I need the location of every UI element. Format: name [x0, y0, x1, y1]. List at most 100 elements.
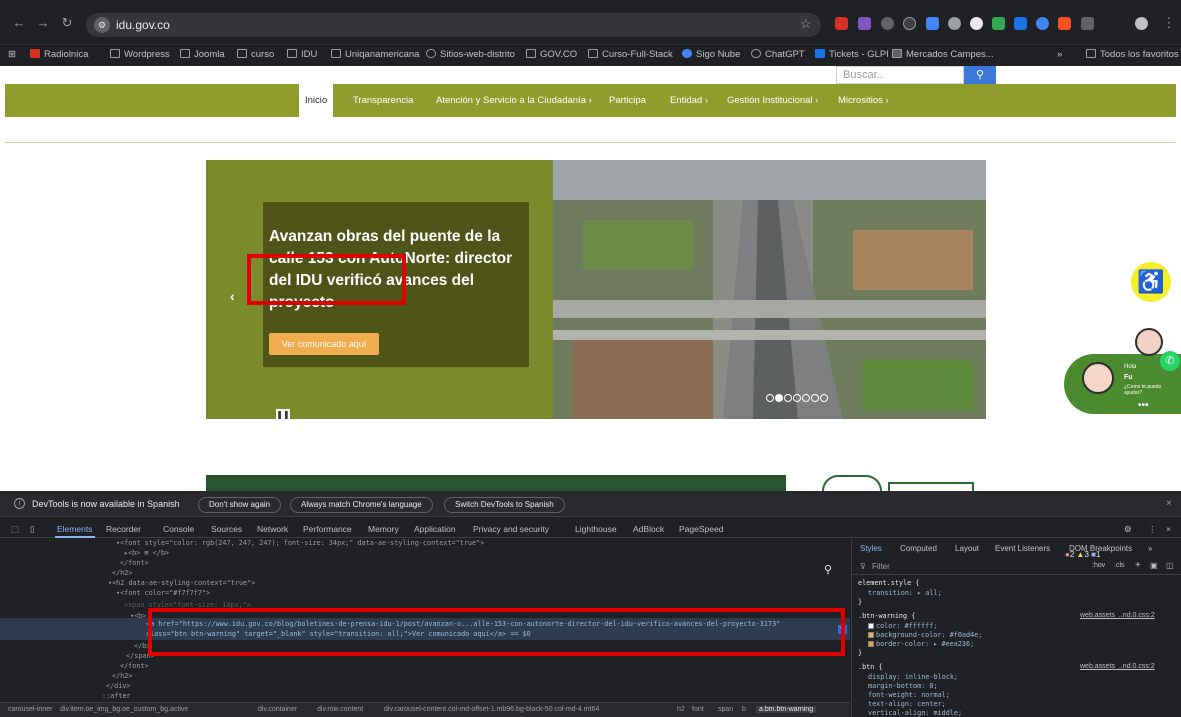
bookmark-folder[interactable]: IDU: [287, 49, 317, 60]
extension-icon[interactable]: [858, 17, 871, 30]
breadcrumb-item[interactable]: h2: [677, 706, 685, 713]
rule-prop[interactable]: background-color: #f0ad4e;: [868, 631, 982, 639]
tab-network[interactable]: Network: [257, 524, 288, 534]
reload-icon[interactable]: ↻: [58, 15, 76, 31]
accessibility-tree-icon[interactable]: ⚲: [824, 563, 832, 576]
carousel-prev-icon[interactable]: ‹: [230, 288, 235, 304]
carousel-dot[interactable]: [811, 394, 819, 402]
extension-icon[interactable]: [992, 17, 1005, 30]
dom-line[interactable]: </font>: [120, 662, 149, 670]
dom-line[interactable]: ▸<b> ⊞ </b>: [124, 549, 169, 557]
dom-line[interactable]: </h2>: [112, 672, 132, 680]
breadcrumb-item[interactable]: span: [718, 706, 733, 713]
forward-icon[interactable]: →: [34, 15, 52, 30]
extension-icon[interactable]: [835, 17, 848, 30]
carousel-dot[interactable]: [784, 394, 792, 402]
bookmarks-overflow-icon[interactable]: »: [1057, 49, 1062, 60]
nav-item-atencion[interactable]: Atención y Servicio a la Ciudadanía ›: [436, 84, 592, 117]
tab-console[interactable]: Console: [163, 524, 194, 534]
bookmark-folder[interactable]: curso: [237, 49, 274, 60]
switch-spanish-button[interactable]: Switch DevTools to Spanish: [444, 497, 565, 513]
rule-prop[interactable]: vertical-align: middle;: [868, 709, 962, 717]
dom-line[interactable]: ::after: [102, 692, 131, 700]
bookmark-item[interactable]: ChatGPT: [751, 49, 805, 60]
tab-pagespeed[interactable]: PageSpeed: [679, 524, 723, 534]
carousel-dot[interactable]: [766, 394, 774, 402]
tab-sources[interactable]: Sources: [211, 524, 242, 534]
dom-breakpoints-tab[interactable]: DOM Breakpoints: [1069, 544, 1132, 553]
dont-show-again-button[interactable]: Don't show again: [198, 497, 282, 513]
rule-source-link[interactable]: web.assets_..nd.0.css:2: [1080, 663, 1155, 670]
rule-prop[interactable]: transition: ▸ all;: [868, 589, 942, 597]
bookmark-folder[interactable]: Curso-Full-Stack: [588, 49, 673, 60]
filter-input[interactable]: Filter: [872, 562, 890, 571]
event-listeners-tab[interactable]: Event Listeners: [995, 544, 1050, 553]
dom-line[interactable]: </font>: [120, 559, 149, 567]
rule-prop[interactable]: margin-bottom: 0;: [868, 682, 938, 690]
bookmark-item[interactable]: Radiolnica: [30, 49, 88, 60]
breadcrumb-item[interactable]: div.container: [258, 706, 297, 713]
nav-item-gestion[interactable]: Gestión Institucional ›: [727, 84, 818, 117]
search-input[interactable]: Buscar..: [836, 66, 964, 84]
dom-line[interactable]: </h2>: [112, 569, 132, 577]
search-icon[interactable]: ⚲: [964, 66, 996, 84]
menu-kebab-icon[interactable]: ⋮: [1160, 15, 1178, 31]
rule-prop[interactable]: color: #ffffff;: [868, 622, 937, 630]
add-rule-icon[interactable]: +: [1135, 560, 1141, 571]
rule-prop[interactable]: font-weight: normal;: [868, 691, 950, 699]
device-icon[interactable]: ▯: [30, 524, 35, 535]
hov-toggle[interactable]: :hov: [1092, 562, 1105, 569]
dom-line[interactable]: </div>: [106, 682, 131, 690]
extension-icon[interactable]: [948, 17, 961, 30]
bookmark-star-icon[interactable]: ☆: [800, 16, 812, 32]
extension-icon[interactable]: [1036, 17, 1049, 30]
bookmark-item[interactable]: Sigo Nube: [682, 49, 740, 60]
extensions-puzzle-icon[interactable]: [1081, 17, 1094, 30]
paint-icon[interactable]: ▣: [1150, 561, 1158, 570]
bookmark-folder[interactable]: Joomla: [180, 49, 225, 60]
carousel-dot[interactable]: [793, 394, 801, 402]
extension-icon[interactable]: [1014, 17, 1027, 30]
inspect-icon[interactable]: ⬚: [11, 524, 19, 535]
rule-source-link[interactable]: web.assets_..nd.0.css:2: [1080, 612, 1155, 619]
styles-tab[interactable]: Styles: [860, 544, 882, 553]
profile-avatar[interactable]: [1135, 17, 1148, 30]
dom-line[interactable]: ▾<font style="color: rgb(247, 247, 247);…: [116, 539, 484, 547]
more-options-icon[interactable]: ⋮: [1148, 524, 1157, 535]
breadcrumb-item[interactable]: div.row.content: [317, 706, 363, 713]
breadcrumb-item[interactable]: b: [742, 706, 746, 713]
tab-performance[interactable]: Performance: [303, 524, 352, 534]
bookmark-folder[interactable]: Uniqanamericana: [331, 49, 419, 60]
address-bar[interactable]: ⚙ idu.gov.co: [86, 13, 821, 37]
bookmark-item[interactable]: Sitios-web-distrito: [426, 49, 515, 60]
nav-item-micrositios[interactable]: Micrositios ›: [838, 84, 889, 117]
ver-comunicado-button[interactable]: Ver comunicado aquí: [269, 333, 379, 355]
tab-lighthouse[interactable]: Lighthouse: [575, 524, 617, 534]
tab-elements[interactable]: Elements: [57, 524, 92, 534]
extension-icon[interactable]: [881, 17, 894, 30]
carousel-pause-icon[interactable]: ❚❚: [276, 409, 290, 421]
rule-prop[interactable]: text-align: center;: [868, 700, 946, 708]
tab-application[interactable]: Application: [414, 524, 456, 534]
carousel-dot[interactable]: [775, 394, 783, 402]
color-swatch[interactable]: [868, 641, 874, 647]
color-swatch[interactable]: [868, 623, 874, 629]
rule-prop[interactable]: display: inline-block;: [868, 673, 958, 681]
settings-icon[interactable]: ⚙: [1124, 524, 1132, 535]
tab-adblock[interactable]: AdBlock: [633, 524, 664, 534]
breadcrumb-item[interactable]: font: [692, 706, 704, 713]
nav-item-participa[interactable]: Participa: [609, 84, 646, 117]
bookmark-folder-all[interactable]: Todos los favoritos: [1086, 49, 1179, 60]
carousel-dot[interactable]: [802, 394, 810, 402]
dom-line[interactable]: ▾<font color="#f7f7f7">: [116, 589, 210, 597]
carousel-dot[interactable]: [820, 394, 828, 402]
breadcrumb-item-active[interactable]: a.btn.btn-warning: [756, 706, 817, 713]
styles-filter[interactable]: ⊽ Filter :hov .cls + ▣ ◫: [852, 559, 1181, 575]
more-tabs-icon[interactable]: »: [1148, 544, 1152, 553]
dom-line[interactable]: ▾<h2 data-ae-styling-context="true">: [108, 579, 255, 587]
color-swatch[interactable]: [868, 632, 874, 638]
rule-prop[interactable]: border-color: ▸ #eea236;: [868, 640, 974, 648]
bookmark-folder[interactable]: GOV.CO: [526, 49, 577, 60]
breadcrumb-item[interactable]: carousel-inner: [8, 706, 52, 713]
layout-tab[interactable]: Layout: [955, 544, 979, 553]
